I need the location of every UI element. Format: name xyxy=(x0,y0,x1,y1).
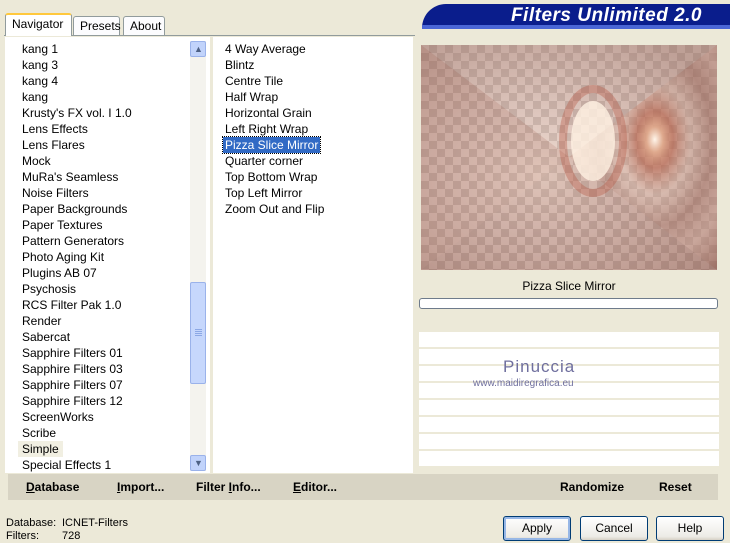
parameter-row xyxy=(419,400,719,415)
preview-image xyxy=(421,45,717,270)
tab-navigator-label: Navigator xyxy=(12,17,64,31)
category-scrollbar[interactable]: ▲ ▼ xyxy=(190,41,206,471)
scroll-grip xyxy=(195,329,202,330)
database-accel: D xyxy=(26,480,35,494)
database-button[interactable]: Database xyxy=(26,480,79,494)
category-item[interactable]: Paper Textures xyxy=(18,217,107,233)
filter-item[interactable]: Quarter corner xyxy=(223,153,305,169)
category-item[interactable]: Sabercat xyxy=(18,329,74,345)
scroll-down-button[interactable]: ▼ xyxy=(190,455,206,471)
banner: Filters Unlimited 2.0 xyxy=(422,4,730,29)
parameter-row xyxy=(419,434,719,449)
category-item[interactable]: Special Effects 1 xyxy=(18,457,115,473)
category-item[interactable]: Krusty's FX vol. I 1.0 xyxy=(18,105,136,121)
parameter-row xyxy=(419,451,719,466)
status-database: Database: ICNET-Filters xyxy=(6,517,128,529)
category-item[interactable]: Paper Backgrounds xyxy=(18,201,131,217)
parameter-row xyxy=(419,417,719,432)
category-item[interactable]: Sapphire Filters 12 xyxy=(18,393,127,409)
category-item[interactable]: Lens Effects xyxy=(18,121,92,137)
progress-bar xyxy=(419,298,718,309)
chevron-down-icon: ▼ xyxy=(194,458,203,468)
reset-button[interactable]: Reset xyxy=(659,480,692,494)
category-item[interactable]: kang 1 xyxy=(18,41,62,57)
filter-info-label-pre: Filter xyxy=(196,480,229,494)
category-item[interactable]: Noise Filters xyxy=(18,185,93,201)
database-label: atabase xyxy=(34,480,80,494)
parameter-panel xyxy=(419,314,719,472)
status-filters: Filters: 728 xyxy=(6,530,80,542)
parameter-row xyxy=(419,332,719,347)
bottom-toolbar: Database Import... Filter Info... Editor… xyxy=(8,474,718,500)
tab-navigator[interactable]: Navigator xyxy=(5,13,72,36)
filter-item[interactable]: Zoom Out and Flip xyxy=(223,201,326,217)
tab-about[interactable]: About xyxy=(123,16,165,35)
category-item[interactable]: Render xyxy=(18,313,65,329)
category-item[interactable]: ScreenWorks xyxy=(18,409,98,425)
category-item[interactable]: kang xyxy=(18,89,52,105)
category-item[interactable]: RCS Filter Pak 1.0 xyxy=(18,297,125,313)
editor-button[interactable]: Editor... xyxy=(293,480,337,494)
chevron-up-icon: ▲ xyxy=(194,44,203,54)
editor-label: ditor... xyxy=(301,480,338,494)
tab-presets-label: Presets xyxy=(80,19,121,33)
banner-title: Filters Unlimited 2.0 xyxy=(510,5,702,26)
database-status-value: ICNET-Filters xyxy=(62,517,128,529)
filter-list[interactable]: 4 Way Average Blintz Centre Tile Half Wrap H… xyxy=(213,37,413,473)
watermark-name: Pinuccia xyxy=(503,357,576,376)
watermark-url: www.maidiregrafica.eu xyxy=(473,378,574,389)
filter-item[interactable]: Centre Tile xyxy=(223,73,285,89)
tab-about-label: About xyxy=(130,19,162,33)
cancel-button[interactable]: Cancel xyxy=(580,516,648,541)
category-item[interactable]: Simple xyxy=(18,441,63,457)
filter-item[interactable]: Pizza Slice Mirror xyxy=(221,136,322,154)
filters-status-value: 728 xyxy=(62,530,81,542)
filter-item[interactable]: Top Left Mirror xyxy=(223,185,304,201)
filter-info-button[interactable]: Filter Info... xyxy=(196,480,261,494)
tab-presets[interactable]: Presets xyxy=(73,16,121,35)
scroll-grip xyxy=(195,333,202,334)
filter-item[interactable]: 4 Way Average xyxy=(223,41,308,57)
database-status-label: Database: xyxy=(6,517,57,529)
category-item[interactable]: Sapphire Filters 07 xyxy=(18,377,127,393)
category-item[interactable]: Photo Aging Kit xyxy=(18,249,108,265)
randomize-button[interactable]: Randomize xyxy=(560,480,624,494)
filter-name-label: Pizza Slice Mirror xyxy=(419,274,719,298)
scroll-grip xyxy=(195,335,202,336)
filters-status-label: Filters: xyxy=(6,530,39,542)
filter-item[interactable]: Half Wrap xyxy=(223,89,280,105)
category-item[interactable]: kang 3 xyxy=(18,57,62,73)
category-item[interactable]: kang 4 xyxy=(18,73,62,89)
category-item[interactable]: Psychosis xyxy=(18,281,80,297)
category-item[interactable]: Sapphire Filters 03 xyxy=(18,361,127,377)
filter-item[interactable]: Blintz xyxy=(223,57,256,73)
filter-item[interactable]: Horizontal Grain xyxy=(223,105,314,121)
category-item[interactable]: Pattern Generators xyxy=(18,233,128,249)
category-item[interactable]: Scribe xyxy=(18,425,60,441)
category-item[interactable]: Sapphire Filters 01 xyxy=(18,345,127,361)
category-item[interactable]: Mock xyxy=(18,153,55,169)
category-item[interactable]: Plugins AB 07 xyxy=(18,265,101,281)
filter-item[interactable]: Left Right Wrap xyxy=(223,121,310,137)
scroll-grip xyxy=(195,331,202,332)
editor-accel: E xyxy=(293,480,302,494)
import-button[interactable]: Import... xyxy=(117,480,164,494)
category-item[interactable]: Lens Flares xyxy=(18,137,89,153)
scroll-up-button[interactable]: ▲ xyxy=(190,41,206,57)
import-label: mport... xyxy=(120,480,165,494)
filter-info-label: nfo... xyxy=(232,480,261,494)
filter-item[interactable]: Top Bottom Wrap xyxy=(223,169,319,185)
scroll-thumb[interactable] xyxy=(190,282,206,384)
help-button[interactable]: Help xyxy=(656,516,724,541)
category-item[interactable]: MuRa's Seamless xyxy=(18,169,122,185)
category-list[interactable]: kang 1 kang 3 kang 4 kang Krusty's FX vol. I… xyxy=(5,37,210,473)
preview-effect xyxy=(421,45,717,270)
apply-button[interactable]: Apply xyxy=(503,516,571,541)
